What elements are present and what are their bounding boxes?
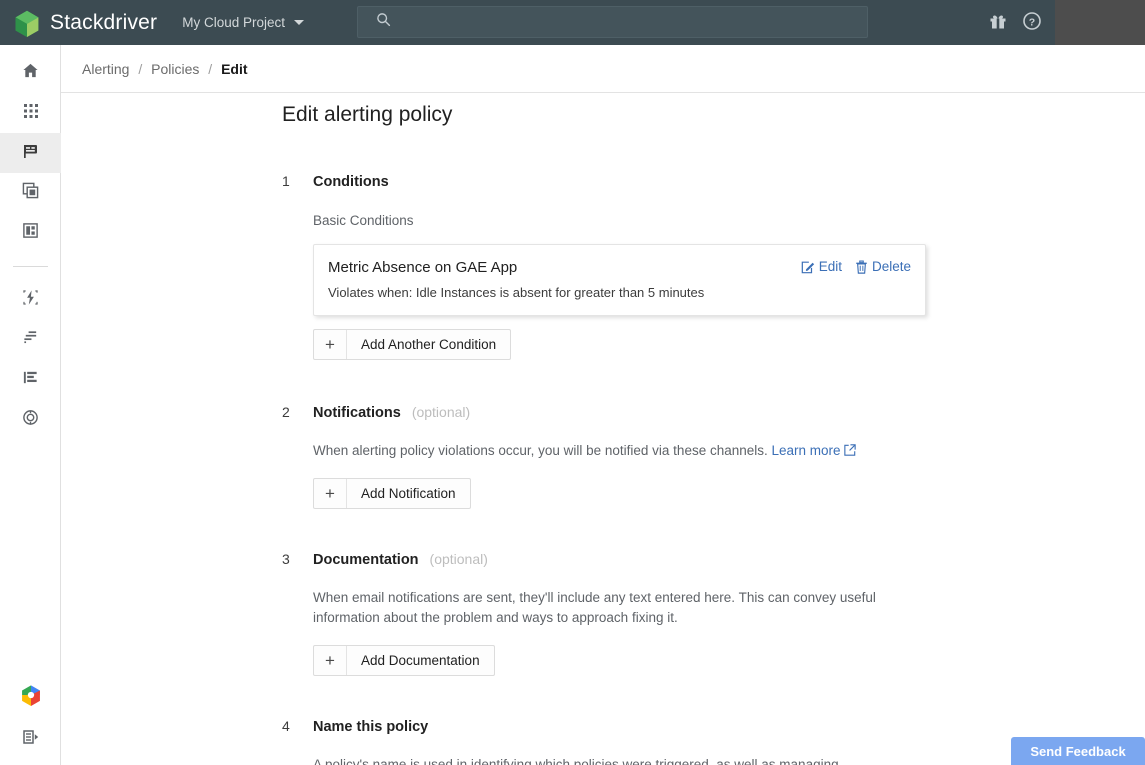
breadcrumb: Alerting / Policies / Edit	[82, 61, 248, 77]
home-icon	[22, 62, 39, 84]
plus-icon: +	[314, 330, 347, 359]
section-optional-label: (optional)	[429, 551, 488, 567]
section-header: 3 Documentation (optional)	[282, 551, 896, 568]
learn-more-link[interactable]: Learn more	[772, 443, 856, 458]
external-link-icon	[843, 444, 856, 456]
brand-logo-link[interactable]: Stackdriver	[13, 9, 157, 37]
main-content: Edit alerting policy 1 Conditions Basic …	[61, 94, 1145, 765]
section-body: When email notifications are sent, they'…	[313, 588, 896, 676]
section-title: Notifications	[313, 405, 401, 421]
google-cloud-logo-icon	[20, 684, 42, 711]
sparkle-debug-icon	[22, 289, 39, 311]
condition-actions: Edit Delete	[801, 259, 911, 274]
sidebar-item-alerting[interactable]	[0, 133, 61, 173]
send-feedback-label: Send Feedback	[1030, 743, 1126, 759]
gift-icon[interactable]	[988, 11, 1008, 36]
plus-icon: +	[314, 646, 347, 675]
name-policy-description: A policy's name is used in identifying w…	[313, 757, 839, 765]
sidebar-item-expand-navigation[interactable]	[0, 717, 61, 757]
plus-icon: +	[314, 479, 347, 508]
delete-condition-button[interactable]: Delete	[855, 259, 911, 274]
breadcrumb-bar: Alerting / Policies / Edit	[61, 45, 1145, 93]
section-body: Basic Conditions Metric Absence on GAE A…	[313, 211, 926, 360]
project-name-label: My Cloud Project	[182, 15, 286, 30]
section-body: A policy's name is used in identifying w…	[313, 755, 839, 765]
sidebar-item-resources[interactable]	[0, 93, 61, 133]
breadcrumb-separator: /	[208, 60, 213, 77]
sidebar-item-trace[interactable]	[0, 320, 61, 360]
expand-panel-icon	[22, 730, 38, 744]
section-number: 3	[282, 551, 290, 567]
logs-list-icon	[22, 369, 39, 391]
add-another-condition-button[interactable]: + Add Another Condition	[313, 329, 512, 360]
section-body: When alerting policy violations occur, y…	[313, 441, 856, 509]
add-notification-label: Add Notification	[361, 486, 456, 501]
search-icon	[376, 12, 391, 32]
dashboard-icon	[22, 222, 39, 244]
section-header: 1 Conditions	[282, 173, 926, 190]
trace-filter-icon	[22, 329, 39, 351]
sidebar-item-debug[interactable]	[0, 280, 61, 320]
stackdriver-hexagon-logo-icon	[13, 9, 41, 37]
search-input[interactable]	[391, 14, 867, 30]
section-notifications: 2 Notifications (optional) When alerting…	[282, 404, 856, 509]
section-header: 4 Name this policy	[282, 718, 839, 735]
sidebar-item-uptime-checks[interactable]	[0, 400, 61, 440]
section-number: 4	[282, 718, 290, 734]
svg-text:?: ?	[1029, 16, 1035, 28]
condition-description: Violates when: Idle Instances is absent …	[328, 285, 705, 300]
section-name-policy: 4 Name this policy A policy's name is us…	[282, 718, 839, 765]
global-search-box[interactable]	[357, 6, 868, 38]
alerting-flag-icon	[22, 142, 40, 165]
delete-condition-label: Delete	[871, 259, 911, 274]
add-documentation-label: Add Documentation	[361, 653, 480, 668]
send-feedback-button[interactable]: Send Feedback	[1011, 737, 1145, 765]
grid-apps-icon	[23, 103, 39, 124]
chevron-down-icon	[294, 20, 305, 25]
sidebar-item-dashboards[interactable]	[0, 213, 61, 253]
section-title: Documentation	[313, 552, 419, 568]
project-selector[interactable]: My Cloud Project	[182, 15, 305, 30]
page-title: Edit alerting policy	[282, 103, 453, 126]
breadcrumb-item-edit: Edit	[221, 60, 248, 77]
sidebar-divider	[12, 266, 48, 267]
notifications-description-wrap: When alerting policy violations occur, y…	[313, 441, 856, 461]
section-number: 2	[282, 404, 290, 420]
section-documentation: 3 Documentation (optional) When email no…	[282, 551, 896, 676]
add-documentation-button[interactable]: + Add Documentation	[313, 645, 495, 676]
edit-condition-label: Edit	[818, 259, 842, 274]
notifications-description: When alerting policy violations occur, y…	[313, 443, 768, 458]
edit-condition-button[interactable]: Edit	[801, 259, 842, 274]
breadcrumb-separator: /	[138, 60, 143, 77]
sidebar-item-home[interactable]	[0, 53, 61, 93]
top-header-bar: Stackdriver My Cloud Project ?	[0, 0, 1145, 45]
sidebar-item-google-cloud-console[interactable]	[0, 677, 61, 717]
sidebar-item-groups[interactable]	[0, 173, 61, 213]
sidebar-bottom-group	[0, 677, 61, 757]
header-right-panel	[1055, 0, 1145, 45]
section-conditions: 1 Conditions Basic Conditions Metric Abs…	[282, 173, 926, 360]
basic-conditions-label: Basic Conditions	[313, 213, 414, 228]
trash-icon	[856, 260, 867, 274]
section-title: Name this policy	[313, 719, 429, 735]
learn-more-label: Learn more	[771, 443, 841, 458]
left-navigation-rail	[0, 45, 61, 765]
section-title: Conditions	[313, 174, 389, 190]
help-circle-icon[interactable]: ?	[1022, 11, 1042, 36]
breadcrumb-item-policies[interactable]: Policies	[151, 61, 199, 77]
sidebar-item-logging[interactable]	[0, 360, 61, 400]
copy-layers-icon	[22, 182, 39, 204]
condition-card[interactable]: Metric Absence on GAE App Violates when:…	[313, 244, 926, 316]
pencil-square-icon	[801, 261, 814, 273]
section-number: 1	[282, 173, 290, 189]
documentation-description: When email notifications are sent, they'…	[313, 590, 876, 625]
uptime-gauge-icon	[22, 409, 39, 431]
brand-name: Stackdriver	[50, 10, 158, 34]
section-optional-label: (optional)	[411, 404, 471, 420]
breadcrumb-item-alerting[interactable]: Alerting	[82, 61, 129, 77]
add-another-condition-label: Add Another Condition	[361, 337, 497, 352]
section-header: 2 Notifications (optional)	[282, 404, 856, 421]
add-notification-button[interactable]: + Add Notification	[313, 478, 471, 509]
